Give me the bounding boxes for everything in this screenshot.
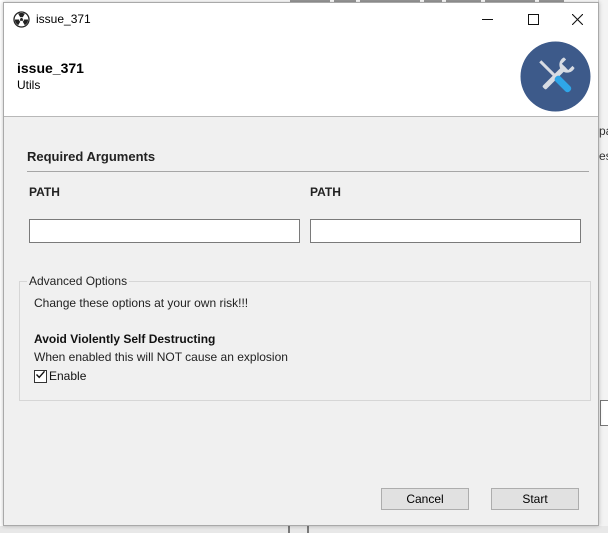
minimize-button[interactable] <box>464 3 510 36</box>
advanced-options-legend: Advanced Options <box>27 274 130 288</box>
window-title: issue_371 <box>36 12 91 26</box>
tools-icon <box>520 41 591 112</box>
advanced-options-description: Change these options at your own risk!!! <box>34 296 249 310</box>
path-input[interactable] <box>310 219 581 243</box>
background-window-bottom <box>0 526 608 533</box>
option-title: Avoid Violently Self Destructing <box>34 332 216 346</box>
path-label: PATH <box>29 185 60 199</box>
dialog-window: issue_371 issue_371 Utils Required Argum… <box>3 2 599 526</box>
radiation-icon <box>13 11 30 28</box>
minimize-icon <box>481 14 493 25</box>
background-window-right <box>598 0 608 533</box>
background-control <box>600 400 608 426</box>
background-text: pa <box>599 124 608 138</box>
enable-checkbox[interactable] <box>34 369 47 383</box>
advanced-options-group: Advanced Options Change these options at… <box>19 274 591 401</box>
checkmark-icon <box>35 369 46 383</box>
start-button[interactable]: Start <box>491 488 579 510</box>
enable-checkbox-row[interactable]: Enable <box>34 369 86 383</box>
path-label: PATH <box>310 185 341 199</box>
program-subtitle: Utils <box>17 78 41 92</box>
maximize-button[interactable] <box>510 3 556 36</box>
dialog-header: issue_371 Utils <box>4 36 598 117</box>
close-button[interactable] <box>554 3 600 36</box>
required-arguments-heading: Required Arguments <box>27 149 156 164</box>
enable-checkbox-label[interactable]: Enable <box>49 369 86 383</box>
section-divider <box>27 171 589 172</box>
cancel-button[interactable]: Cancel <box>381 488 469 510</box>
program-title: issue_371 <box>17 60 84 76</box>
option-description: When enabled this will NOT cause an expl… <box>34 350 288 364</box>
title-bar[interactable]: issue_371 <box>4 3 598 36</box>
background-text: es <box>599 149 608 163</box>
dialog-footer: Cancel Start <box>4 463 598 525</box>
path-input[interactable] <box>29 219 300 243</box>
dialog-body: Required Arguments PATH PATH Advanced Op… <box>4 117 598 463</box>
maximize-icon <box>527 14 539 25</box>
close-icon <box>571 14 583 25</box>
